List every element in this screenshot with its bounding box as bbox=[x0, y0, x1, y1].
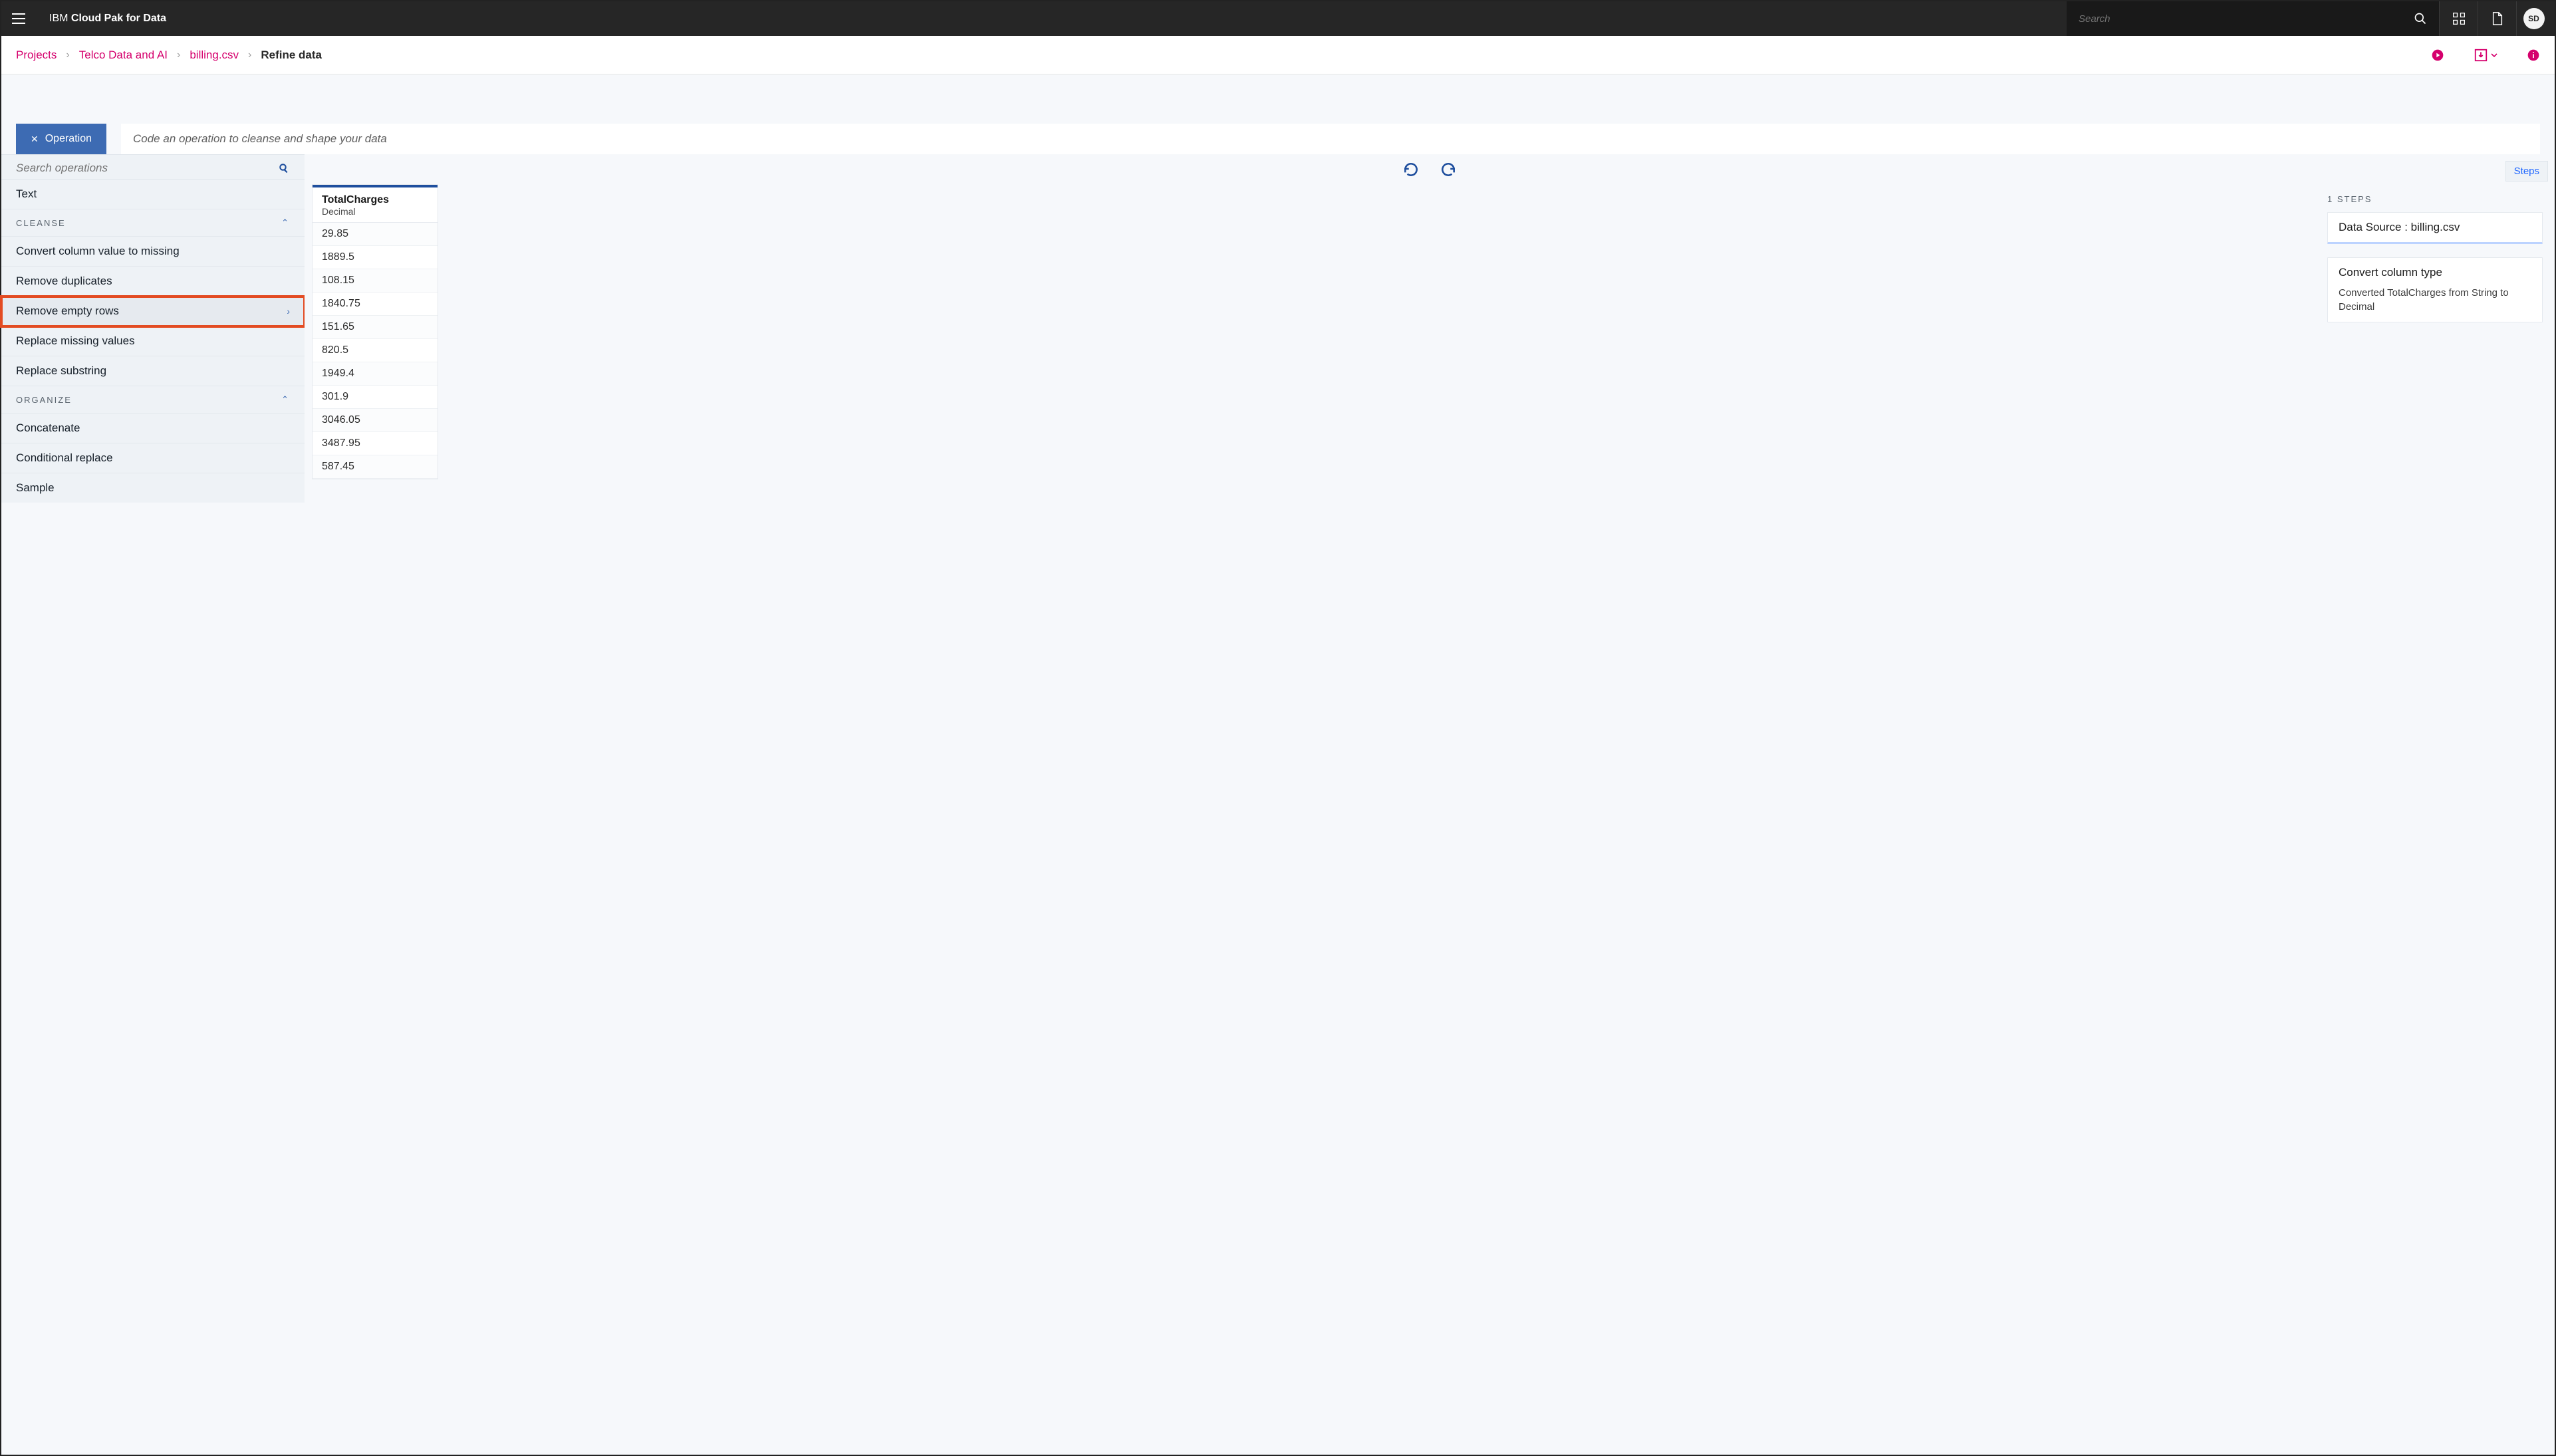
run-icon[interactable] bbox=[2431, 49, 2444, 62]
operations-search-input[interactable] bbox=[16, 162, 235, 175]
top-bar: IBM Cloud Pak for Data SD bbox=[1, 1, 2555, 36]
avatar-wrap[interactable]: SD bbox=[2516, 1, 2555, 36]
operation-row: ✕ Operation Code an operation to cleanse… bbox=[1, 82, 2555, 154]
search-icon[interactable] bbox=[278, 162, 290, 174]
info-icon[interactable] bbox=[2527, 49, 2540, 62]
global-search[interactable] bbox=[2067, 1, 2439, 36]
crumb-file[interactable]: billing.csv bbox=[190, 49, 239, 62]
column-card: TotalCharges Decimal 29.851889.5108.1518… bbox=[313, 185, 438, 479]
redo-icon[interactable] bbox=[1440, 161, 1457, 178]
steps-count: 1 STEPS bbox=[2327, 194, 2543, 204]
op-concatenate-label: Concatenate bbox=[16, 422, 80, 435]
brand-bold: Cloud Pak for Data bbox=[71, 13, 166, 24]
op-remove-duplicates[interactable]: Remove duplicates bbox=[1, 267, 305, 297]
op-text-label: Text bbox=[16, 187, 37, 201]
operations-panel: Text CLEANSE ⌃ Convert column value to m… bbox=[1, 154, 305, 503]
brand-prefix: IBM bbox=[49, 13, 71, 24]
data-cell[interactable]: 29.85 bbox=[313, 223, 438, 246]
data-cell[interactable]: 151.65 bbox=[313, 316, 438, 339]
chevron-right-icon: › bbox=[66, 49, 69, 61]
op-sample-label: Sample bbox=[16, 481, 55, 495]
save-icon[interactable] bbox=[2474, 48, 2497, 62]
op-conditional-replace[interactable]: Conditional replace bbox=[1, 443, 305, 473]
chevron-up-icon: ⌃ bbox=[281, 394, 290, 405]
step-data-source[interactable]: Data Source : billing.csv bbox=[2327, 212, 2543, 244]
op-sample[interactable]: Sample bbox=[1, 473, 305, 503]
op-convert-missing[interactable]: Convert column value to missing bbox=[1, 237, 305, 267]
chevron-right-icon: › bbox=[177, 49, 180, 61]
hamburger-icon[interactable] bbox=[1, 13, 36, 24]
global-search-input[interactable] bbox=[2079, 13, 2414, 25]
op-replace-missing-label: Replace missing values bbox=[16, 334, 135, 348]
column-name: TotalCharges bbox=[322, 194, 428, 206]
code-input[interactable]: Code an operation to cleanse and shape y… bbox=[121, 124, 2540, 154]
op-category-organize[interactable]: ORGANIZE ⌃ bbox=[1, 386, 305, 414]
op-category-cleanse-label: CLEANSE bbox=[16, 218, 66, 228]
data-cell[interactable]: 587.45 bbox=[313, 455, 438, 479]
crumb-current: Refine data bbox=[261, 49, 322, 62]
data-cell[interactable]: 820.5 bbox=[313, 339, 438, 362]
data-preview-area: Steps TotalCharges Decimal 29.851889.510… bbox=[305, 154, 2555, 503]
op-replace-substring[interactable]: Replace substring bbox=[1, 356, 305, 386]
data-cell[interactable]: 301.9 bbox=[313, 386, 438, 409]
data-cell[interactable]: 1949.4 bbox=[313, 362, 438, 386]
undo-icon[interactable] bbox=[1402, 161, 1420, 178]
column-type: Decimal bbox=[322, 206, 428, 217]
close-icon[interactable]: ✕ bbox=[31, 134, 39, 145]
op-conditional-replace-label: Conditional replace bbox=[16, 451, 113, 465]
crumb-actions bbox=[2431, 48, 2540, 62]
op-replace-substring-label: Replace substring bbox=[16, 364, 106, 378]
data-cell[interactable]: 3046.05 bbox=[313, 409, 438, 432]
brand-label: IBM Cloud Pak for Data bbox=[36, 13, 166, 25]
op-category-cleanse[interactable]: CLEANSE ⌃ bbox=[1, 209, 305, 237]
main-columns: Text CLEANSE ⌃ Convert column value to m… bbox=[1, 154, 2555, 503]
operations-search[interactable] bbox=[1, 155, 305, 180]
op-concatenate[interactable]: Concatenate bbox=[1, 414, 305, 443]
op-remove-empty-rows-label: Remove empty rows bbox=[16, 304, 119, 318]
data-cell[interactable]: 108.15 bbox=[313, 269, 438, 293]
op-remove-duplicates-label: Remove duplicates bbox=[16, 275, 112, 288]
step-card[interactable]: Convert column type Converted TotalCharg… bbox=[2327, 257, 2543, 322]
chevron-up-icon: ⌃ bbox=[281, 217, 290, 228]
operation-button-label: Operation bbox=[45, 133, 92, 145]
steps-panel: 1 STEPS Data Source : billing.csv Conver… bbox=[2315, 185, 2555, 479]
workspace: ✕ Operation Code an operation to cleanse… bbox=[1, 74, 2555, 1455]
data-cell[interactable]: 1840.75 bbox=[313, 293, 438, 316]
apps-icon[interactable] bbox=[2439, 1, 2478, 36]
chevron-right-icon: › bbox=[287, 306, 290, 316]
column-header[interactable]: TotalCharges Decimal bbox=[313, 187, 438, 223]
undo-redo-row bbox=[305, 154, 2555, 185]
op-category-organize-label: ORGANIZE bbox=[16, 395, 72, 405]
op-remove-empty-rows[interactable]: Remove empty rows › bbox=[1, 297, 305, 326]
document-icon[interactable] bbox=[2478, 1, 2516, 36]
chevron-right-icon: › bbox=[248, 49, 251, 61]
crumb-projects[interactable]: Projects bbox=[16, 49, 57, 62]
avatar[interactable]: SD bbox=[2523, 8, 2545, 29]
steps-tab[interactable]: Steps bbox=[2505, 161, 2548, 182]
breadcrumb: Projects › Telco Data and AI › billing.c… bbox=[1, 36, 2555, 74]
code-placeholder: Code an operation to cleanse and shape y… bbox=[133, 132, 387, 146]
op-replace-missing[interactable]: Replace missing values bbox=[1, 326, 305, 356]
op-convert-missing-label: Convert column value to missing bbox=[16, 245, 180, 258]
crumb-project-name[interactable]: Telco Data and AI bbox=[79, 49, 168, 62]
data-cell[interactable]: 3487.95 bbox=[313, 432, 438, 455]
step-desc: Converted TotalCharges from String to De… bbox=[2339, 286, 2531, 314]
step-data-source-label: Data Source : billing.csv bbox=[2339, 221, 2460, 233]
step-title: Convert column type bbox=[2339, 266, 2531, 279]
search-icon[interactable] bbox=[2414, 12, 2427, 25]
operation-button[interactable]: ✕ Operation bbox=[16, 124, 106, 154]
op-text[interactable]: Text bbox=[1, 180, 305, 209]
data-cell[interactable]: 1889.5 bbox=[313, 246, 438, 269]
